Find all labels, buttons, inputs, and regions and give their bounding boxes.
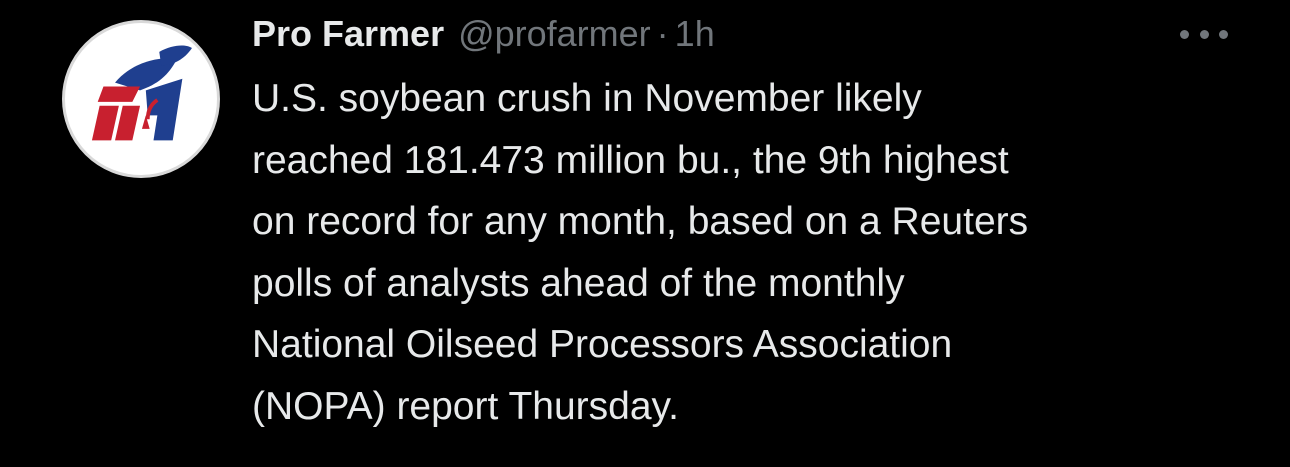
more-horizontal-icon bbox=[1199, 29, 1209, 39]
tweet-text-line: National Oilseed Processors Association bbox=[252, 323, 953, 366]
tweet-text-line: U.S. soybean crush in November likely bbox=[252, 77, 922, 120]
tweet-text-line: reached 181.473 million bu., the 9th hig… bbox=[252, 138, 1009, 182]
tweet-text-line: polls of analysts ahead of the monthly bbox=[252, 261, 905, 305]
author-handle[interactable]: @profarmer bbox=[458, 13, 651, 54]
more-horizontal-icon bbox=[1219, 29, 1228, 39]
separator-dot: · bbox=[656, 13, 669, 54]
avatar[interactable] bbox=[62, 20, 220, 178]
more-options-button[interactable] bbox=[1180, 14, 1228, 54]
tweet-header: Pro Farmer @profarmer · 1h bbox=[252, 6, 715, 62]
tweet-text: U.S. soybean crush in November likely re… bbox=[252, 68, 1242, 437]
tweet-text-line: (NOPA) report Thursday. bbox=[252, 384, 679, 428]
tweet-text-line: on record for any month, based on a Reut… bbox=[252, 200, 1029, 243]
timestamp[interactable]: 1h bbox=[675, 13, 715, 54]
more-horizontal-icon bbox=[1180, 29, 1189, 39]
author-name[interactable]: Pro Farmer bbox=[252, 13, 444, 54]
pro-farmer-logo-icon bbox=[91, 45, 192, 141]
tweet[interactable]: Pro Farmer @profarmer · 1h U.S. soybean cru… bbox=[0, 0, 1290, 467]
